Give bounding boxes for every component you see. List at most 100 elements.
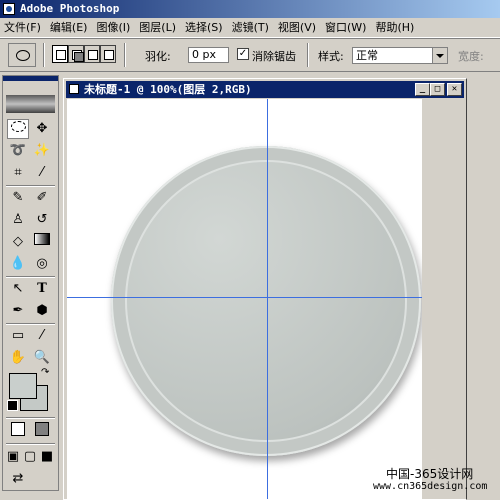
- menu-window[interactable]: 窗口(W): [321, 18, 371, 37]
- elliptical-marquee-preset-button[interactable]: [8, 43, 36, 67]
- dodge-icon: ◎: [36, 256, 48, 271]
- tools-palette-titlebar[interactable]: [3, 76, 58, 81]
- history-brush-tool[interactable]: ↺: [31, 210, 53, 230]
- pen-tool[interactable]: ✒: [7, 301, 29, 321]
- maximize-button[interactable]: □: [430, 83, 445, 96]
- magic-wand-tool[interactable]: ✨: [31, 141, 53, 161]
- foreground-color-swatch[interactable]: [9, 373, 37, 399]
- zoom-tool[interactable]: 🔍: [31, 348, 53, 368]
- intersect-selection-icon: [104, 50, 114, 60]
- toolbox-separator: [6, 443, 55, 445]
- feather-input[interactable]: 0 px: [188, 47, 229, 63]
- watermark-url: www.cn365design.com: [373, 481, 488, 492]
- elliptical-marquee-tool[interactable]: [7, 119, 29, 139]
- menu-bar: 文件(F) 编辑(E) 图像(I) 图层(L) 选择(S) 滤镜(T) 视图(V…: [0, 18, 500, 38]
- document-titlebar[interactable]: 未标题-1 @ 100%(图层 2,RGB) _ □ ✕: [66, 81, 464, 98]
- menu-edit[interactable]: 编辑(E): [46, 18, 93, 37]
- quick-mask-button[interactable]: [31, 421, 53, 441]
- clone-stamp-tool[interactable]: ♙: [7, 210, 29, 230]
- intersect-selection-button[interactable]: [100, 45, 116, 63]
- jump-to-imageready-button[interactable]: ⇄: [7, 469, 29, 489]
- ellipse-icon: [16, 50, 30, 61]
- photoshop-app-icon: [3, 3, 15, 15]
- menu-layer[interactable]: 图层(L): [135, 18, 181, 37]
- photoshop-eye-logo[interactable]: [6, 95, 55, 113]
- metal-plate-circle: [111, 146, 421, 456]
- stamp-icon: ♙: [12, 212, 24, 227]
- app-titlebar: Adobe Photoshop: [0, 0, 500, 18]
- app-title: Adobe Photoshop: [20, 2, 120, 15]
- style-label: 样式:: [318, 50, 344, 63]
- antialias-checkbox[interactable]: ✓: [237, 48, 249, 60]
- tools-palette: ✥ ➰ ✨ ⌗ ⁄ ✎ ✐ ♙ ↺ ◇ 💧 ◎ ↖ T ✒ ⬢ ▭ ⁄ ✋ 🔍 …: [2, 75, 59, 491]
- gradient-icon: [34, 233, 50, 245]
- full-screen-mode-button[interactable]: ■: [39, 447, 55, 467]
- bandage-icon: ✎: [12, 190, 24, 205]
- slice-tool[interactable]: ⁄: [31, 163, 53, 183]
- add-selection-icon-overlay: [74, 52, 84, 62]
- new-selection-button[interactable]: [52, 45, 68, 63]
- standard-mode-icon: [11, 422, 25, 436]
- type-tool[interactable]: T: [31, 279, 53, 299]
- subtract-selection-icon: [88, 50, 98, 60]
- new-selection-icon: [56, 50, 66, 60]
- move-arrow-icon: ✥: [36, 121, 48, 136]
- note-icon: ▭: [11, 328, 25, 343]
- options-bar: 羽化: 0 px ✓ 消除锯齿 样式: 正常 宽度:: [0, 38, 500, 72]
- feather-label: 羽化:: [145, 50, 171, 63]
- subtract-selection-button[interactable]: [84, 45, 100, 63]
- default-colors-icon[interactable]: [7, 400, 18, 411]
- menu-view[interactable]: 视图(V): [274, 18, 321, 37]
- horizontal-guide[interactable]: [67, 297, 422, 298]
- brush-icon: ✐: [36, 190, 48, 205]
- document-window: 未标题-1 @ 100%(图层 2,RGB) _ □ ✕: [63, 78, 467, 500]
- menu-help[interactable]: 帮助(H): [371, 18, 419, 37]
- vertical-guide[interactable]: [267, 99, 268, 499]
- pointer-arrow-icon: ↖: [12, 281, 24, 296]
- image-canvas[interactable]: [67, 99, 422, 499]
- hand-icon: ✋: [9, 350, 27, 365]
- swap-colors-icon[interactable]: ↷: [41, 367, 49, 378]
- pen-nib-icon: ✒: [12, 303, 24, 318]
- chevron-down-icon: [432, 48, 447, 63]
- lasso-tool[interactable]: ➰: [7, 141, 29, 161]
- dodge-tool[interactable]: ◎: [31, 254, 53, 274]
- options-divider: [124, 43, 126, 67]
- magnifier-icon: 🔍: [33, 350, 51, 365]
- close-button[interactable]: ✕: [447, 83, 462, 96]
- document-icon: [69, 84, 79, 94]
- standard-mode-button[interactable]: [7, 421, 29, 441]
- toolbox-separator: [6, 276, 55, 278]
- menu-filter[interactable]: 滤镜(T): [228, 18, 274, 37]
- menu-file[interactable]: 文件(F): [0, 18, 46, 37]
- minimize-button[interactable]: _: [415, 83, 430, 96]
- water-drop-icon: 💧: [9, 256, 27, 271]
- imageready-icon: ⇄: [12, 471, 24, 486]
- eyedropper-tool[interactable]: ⁄: [31, 326, 53, 346]
- blur-tool[interactable]: 💧: [7, 254, 29, 274]
- shape-tool[interactable]: ⬢: [31, 301, 53, 321]
- history-brush-icon: ↺: [36, 212, 48, 227]
- toolbox-separator: [6, 417, 55, 419]
- menu-image[interactable]: 图像(I): [92, 18, 135, 37]
- notes-tool[interactable]: ▭: [7, 326, 29, 346]
- antialias-label: 消除锯齿: [252, 50, 296, 63]
- standard-screen-mode-button[interactable]: ▣: [5, 447, 21, 467]
- screen-mode-icon: ▢: [23, 449, 37, 464]
- gradient-tool[interactable]: [31, 232, 53, 252]
- eraser-tool[interactable]: ◇: [7, 232, 29, 252]
- healing-brush-tool[interactable]: ✎: [7, 188, 29, 208]
- full-screen-menu-mode-button[interactable]: ▢: [22, 447, 38, 467]
- move-tool[interactable]: ✥: [31, 119, 53, 139]
- slice-knife-icon: ⁄: [40, 165, 44, 180]
- crop-tool[interactable]: ⌗: [7, 163, 29, 183]
- style-select[interactable]: 正常: [352, 47, 448, 64]
- menu-select[interactable]: 选择(S): [181, 18, 228, 37]
- eyedropper-icon: ⁄: [40, 328, 44, 343]
- path-selection-tool[interactable]: ↖: [7, 279, 29, 299]
- brush-tool[interactable]: ✐: [31, 188, 53, 208]
- document-title: 未标题-1 @ 100%(图层 2,RGB): [84, 83, 252, 96]
- hand-tool[interactable]: ✋: [7, 348, 29, 368]
- options-divider: [43, 43, 45, 67]
- add-to-selection-button[interactable]: [68, 45, 84, 63]
